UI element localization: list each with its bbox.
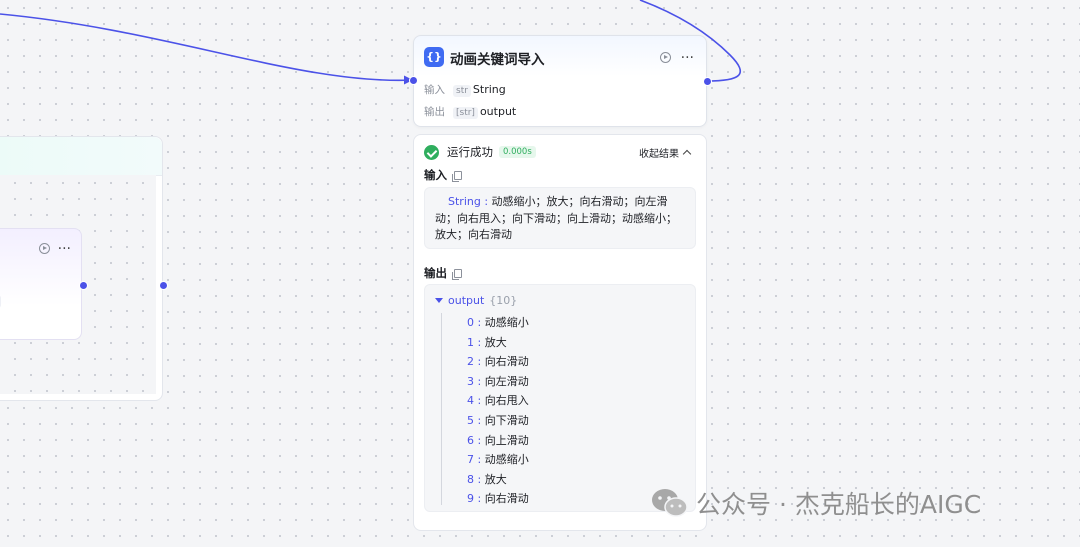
node-input-handle[interactable]: [409, 76, 418, 85]
output-port-name: output: [479, 105, 517, 118]
input-type-chip: str: [453, 85, 471, 97]
output-title-text: 输出: [424, 266, 447, 280]
input-value-box: String : 动感缩小；放大；向右滑动；向左滑动；向右甩入；向下滑动；向上滑…: [424, 187, 696, 249]
input-section-title: 输入: [424, 167, 462, 183]
output-item-separator: :: [474, 492, 485, 506]
output-item-separator: :: [474, 453, 485, 467]
node-code-icon: {}: [424, 47, 444, 67]
output-list-item: 7 : 动感缩小: [467, 450, 529, 470]
output-item-separator: :: [474, 472, 485, 486]
output-item-value: 向下滑动: [484, 413, 529, 427]
node-output-handle[interactable]: [703, 77, 712, 86]
output-item-separator: :: [474, 413, 485, 427]
output-item-value: 向左滑动: [484, 374, 529, 388]
wechat-icon: [652, 489, 688, 517]
output-list-item: 9 : 向右滑动: [467, 489, 529, 509]
caret-down-icon: [435, 298, 443, 303]
output-count: {10}: [489, 294, 518, 307]
collapse-results-button[interactable]: 收起结果: [639, 145, 692, 160]
output-item-value: 放大: [484, 335, 507, 349]
output-item-value: 向上滑动: [484, 433, 529, 447]
output-item-separator: :: [474, 374, 485, 388]
output-list-item: 5 : 向下滑动: [467, 411, 529, 431]
output-list-item: 2 : 向右滑动: [467, 352, 529, 372]
output-list-item: 3 : 向左滑动: [467, 372, 529, 392]
output-list-item: 4 : 向右甩入: [467, 391, 529, 411]
output-item-separator: :: [474, 355, 485, 369]
input-key: String: [448, 195, 481, 208]
more-icon[interactable]: ···: [681, 51, 694, 65]
node-title: 动画关键词导入: [450, 52, 545, 68]
success-check-icon: [424, 144, 439, 160]
output-item-index: 5: [467, 413, 474, 427]
output-key: output: [448, 294, 485, 307]
output-item-value: 向右滑动: [484, 355, 529, 369]
output-list-item: 1 : 放大: [467, 333, 529, 353]
output-item-value: 向右滑动: [484, 492, 529, 506]
copy-icon[interactable]: [452, 170, 462, 182]
collapse-label: 收起结果: [639, 148, 679, 160]
output-item-index: 8: [467, 472, 474, 486]
output-port-label: 输出: [424, 106, 445, 118]
input-separator: :: [480, 195, 492, 208]
output-item-index: 7: [467, 453, 474, 467]
inner-node-output-handle[interactable]: [79, 281, 88, 290]
output-item-separator: :: [474, 316, 485, 329]
wire-into-node: [0, 13, 414, 82]
output-item-index: 9: [467, 492, 474, 506]
watermark: 公众号 · 杰克船长的AIGC: [650, 485, 981, 521]
inner-node[interactable]: ··· t: [0, 228, 82, 340]
inner-node-port-fragment: t: [0, 295, 1, 308]
group-header: [0, 137, 162, 176]
copy-icon[interactable]: [452, 268, 462, 280]
output-port-row: 输出 [str] output: [424, 104, 516, 119]
run-icon[interactable]: [659, 52, 671, 63]
output-item-index: 0: [467, 316, 474, 329]
output-list-item: 8 : 放大: [467, 470, 529, 490]
output-item-index: 2: [467, 355, 474, 369]
status-row: 运行成功 0.000s 收起结果: [424, 143, 692, 161]
keyword-import-node[interactable]: {} 动画关键词导入 ··· 输入 str String 输出 [str] outp…: [413, 35, 707, 127]
output-item-index: 1: [467, 335, 474, 349]
run-result-panel: 运行成功 0.000s 收起结果 输入 String : 动感缩小；放大；向右滑…: [413, 134, 707, 531]
input-port-name: String: [472, 83, 506, 96]
more-icon[interactable]: ···: [58, 242, 71, 256]
time-badge: 0.000s: [499, 146, 536, 158]
output-list-item: 0 : 动感缩小: [467, 313, 529, 333]
output-item-value: 放大: [484, 472, 507, 486]
output-item-index: 3: [467, 374, 474, 388]
input-title-text: 输入: [424, 168, 447, 182]
output-item-value: 向右甩入: [484, 394, 529, 408]
output-list: 0 : 动感缩小 1 : 放大 2 : 向右滑动 3 : 向左滑动 4 : 向右甩入 5 …: [467, 313, 529, 509]
output-type-chip: [str]: [453, 107, 478, 119]
run-icon[interactable]: [38, 243, 50, 254]
output-section-title: 输出: [424, 265, 462, 281]
input-port-label: 输入: [424, 84, 445, 96]
output-item-value: 动感缩小: [484, 316, 529, 329]
status-text: 运行成功: [447, 145, 493, 159]
output-item-index: 6: [467, 433, 474, 447]
output-item-separator: :: [474, 335, 485, 349]
output-tree-toggle[interactable]: output {10}: [435, 294, 517, 307]
tree-guide-line: [441, 313, 442, 505]
output-item-index: 4: [467, 394, 474, 408]
watermark-text: 公众号 · 杰克船长的AIGC: [696, 490, 982, 519]
chevron-up-icon: [682, 149, 692, 158]
input-port-row: 输入 str String: [424, 82, 506, 97]
output-list-item: 6 : 向上滑动: [467, 431, 529, 451]
output-item-separator: :: [474, 433, 485, 447]
output-item-separator: :: [474, 394, 485, 408]
group-output-handle[interactable]: [159, 281, 168, 290]
output-item-value: 动感缩小: [484, 453, 529, 467]
output-value-box: output {10} 0 : 动感缩小 1 : 放大 2 : 向右滑动 3 : 向左…: [424, 284, 696, 512]
